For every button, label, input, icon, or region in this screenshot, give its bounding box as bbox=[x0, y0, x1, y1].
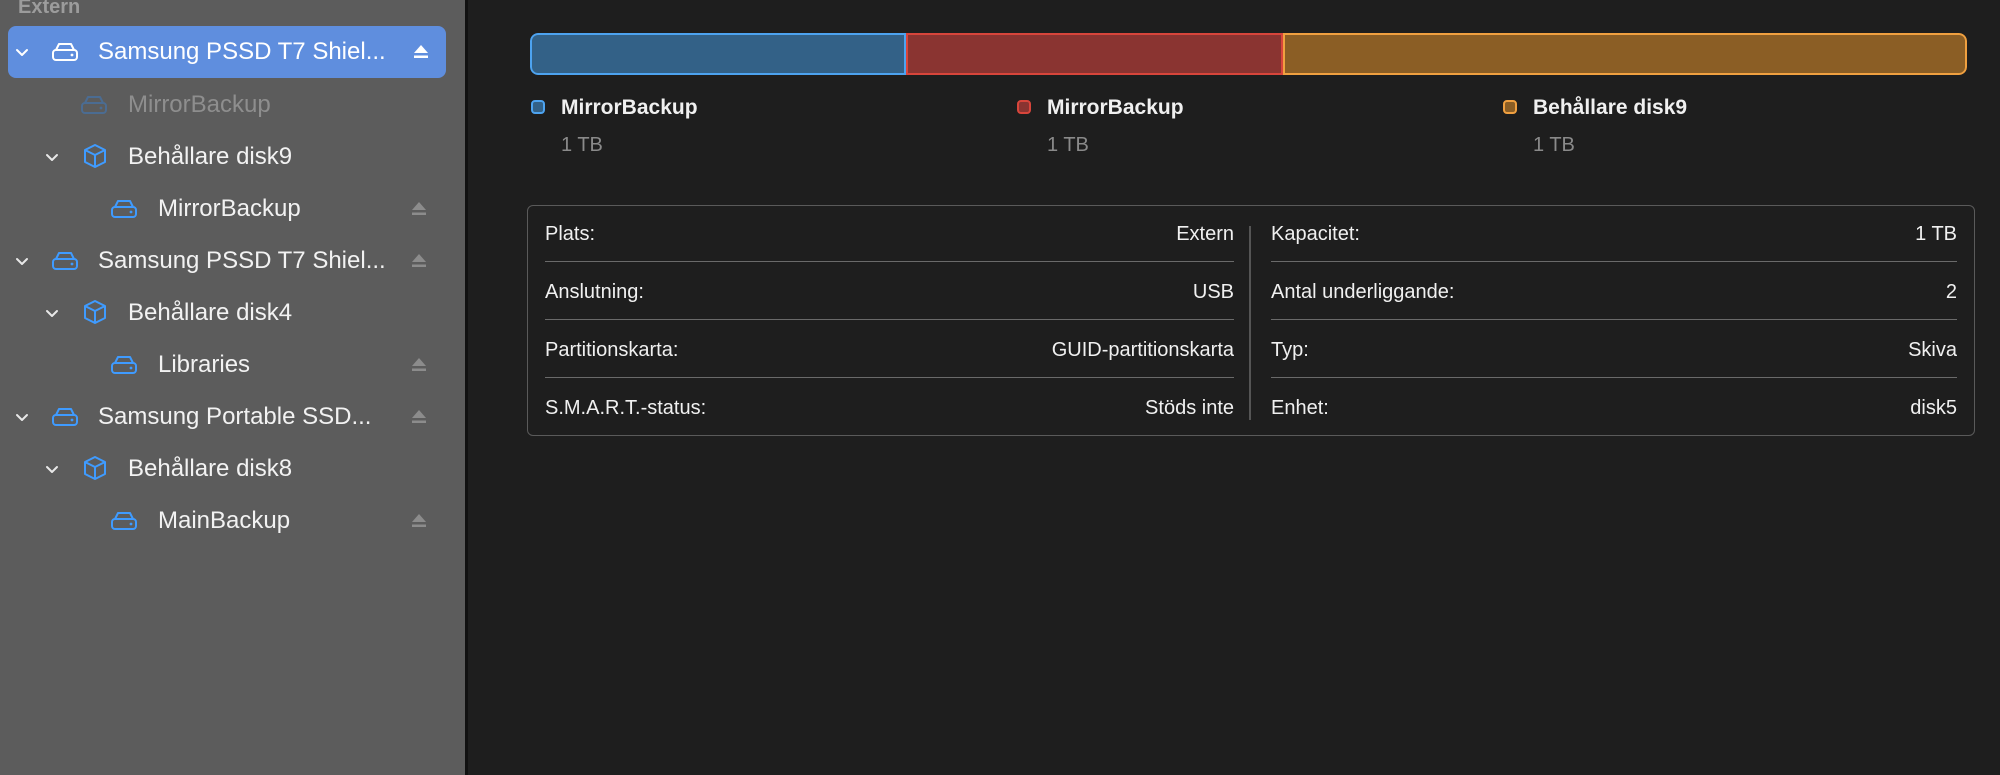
eject-icon[interactable] bbox=[408, 510, 430, 532]
info-value: 2 bbox=[1945, 281, 1957, 303]
usage-segment-container-disk9[interactable] bbox=[1282, 33, 1967, 75]
legend-size: 1 TB bbox=[1047, 134, 1089, 156]
info-row-smart-status: S.M.A.R.T.-status: Stöds inte bbox=[545, 380, 1234, 436]
info-row-partitionskarta: Partitionskarta: GUID-partitionskarta bbox=[545, 322, 1234, 378]
row-separator bbox=[1271, 376, 1957, 378]
sidebar-item-label: Behållare disk4 bbox=[128, 299, 293, 326]
container-icon bbox=[80, 455, 110, 481]
container-icon bbox=[80, 299, 110, 325]
legend-size: 1 TB bbox=[561, 134, 603, 156]
info-key: Typ: bbox=[1271, 339, 1309, 361]
sidebar-item-container-disk9[interactable]: Behållare disk9 bbox=[0, 131, 446, 183]
info-key: S.M.A.R.T.-status: bbox=[545, 397, 707, 419]
row-separator bbox=[1271, 318, 1957, 320]
info-key: Plats: bbox=[545, 223, 596, 245]
section-header-extern: Extern bbox=[18, 0, 81, 18]
sidebar-item-libraries[interactable]: Libraries bbox=[0, 339, 446, 391]
usage-bar bbox=[530, 33, 1967, 75]
info-value: Stöds inte bbox=[1145, 397, 1234, 419]
sidebar-item-label: Samsung Portable SSD... bbox=[98, 403, 372, 430]
legend-name: MirrorBackup bbox=[1047, 96, 1184, 119]
info-value: USB bbox=[1192, 281, 1234, 303]
usage-segment-mirrorbackup-1[interactable] bbox=[530, 33, 907, 75]
sidebar-item-samsung-pssd-t7-2[interactable]: Samsung PSSD T7 Shiel... bbox=[0, 235, 446, 287]
sidebar-item-label: Behållare disk9 bbox=[128, 143, 293, 170]
sidebar-item-label: Samsung PSSD T7 Shiel... bbox=[98, 38, 386, 65]
row-separator bbox=[1271, 260, 1957, 262]
chevron-down-icon[interactable] bbox=[40, 301, 64, 325]
info-row-antal-underliggande: Antal underliggande: 2 bbox=[1271, 264, 1957, 320]
volume-icon bbox=[79, 92, 109, 118]
eject-icon[interactable] bbox=[408, 250, 430, 272]
sidebar-item-label: Libraries bbox=[158, 351, 251, 378]
info-row-typ: Typ: Skiva bbox=[1271, 322, 1957, 378]
info-key: Kapacitet: bbox=[1271, 223, 1360, 245]
usage-segment-mirrorbackup-2[interactable] bbox=[906, 33, 1283, 75]
info-row-enhet: Enhet: disk5 bbox=[1271, 380, 1957, 436]
legend-name: MirrorBackup bbox=[561, 96, 698, 119]
sidebar-item-container-disk8[interactable]: Behållare disk8 bbox=[0, 443, 446, 495]
chevron-down-icon[interactable] bbox=[40, 457, 64, 481]
info-key: Antal underliggande: bbox=[1271, 281, 1455, 303]
chevron-down-icon[interactable] bbox=[10, 40, 34, 64]
row-separator bbox=[545, 318, 1234, 320]
info-value: Skiva bbox=[1908, 339, 1957, 361]
eject-icon[interactable] bbox=[408, 354, 430, 376]
volume-icon bbox=[109, 508, 139, 534]
legend-swatch bbox=[1017, 100, 1031, 114]
legend-swatch bbox=[1503, 100, 1517, 114]
eject-icon[interactable] bbox=[408, 406, 430, 428]
chevron-down-icon[interactable] bbox=[10, 405, 34, 429]
info-key: Partitionskarta: bbox=[545, 339, 679, 361]
info-key: Anslutning: bbox=[545, 281, 644, 303]
eject-icon[interactable] bbox=[410, 41, 432, 63]
info-value: 1 TB bbox=[1915, 223, 1957, 245]
eject-icon[interactable] bbox=[408, 198, 430, 220]
volume-icon bbox=[109, 352, 139, 378]
sidebar-item-samsung-portable-ssd[interactable]: Samsung Portable SSD... bbox=[0, 391, 446, 443]
container-icon bbox=[80, 143, 110, 169]
sidebar-item-label: MainBackup bbox=[158, 507, 291, 534]
sidebar-item-label: Samsung PSSD T7 Shiel... bbox=[98, 247, 386, 274]
info-row-kapacitet: Kapacitet: 1 TB bbox=[1271, 206, 1957, 262]
info-key: Enhet: bbox=[1271, 397, 1329, 419]
info-value: GUID-partitionskarta bbox=[1051, 339, 1234, 361]
row-separator bbox=[545, 260, 1234, 262]
legend-name: Behållare disk9 bbox=[1533, 96, 1688, 119]
sidebar-item-mainbackup[interactable]: MainBackup bbox=[0, 495, 446, 547]
sidebar-item-mirrorbackup-dimmed[interactable]: MirrorBackup bbox=[0, 79, 446, 131]
drive-icon bbox=[50, 39, 80, 65]
volume-icon bbox=[109, 196, 139, 222]
legend-swatch bbox=[531, 100, 545, 114]
chevron-down-icon[interactable] bbox=[10, 249, 34, 273]
sidebar-item-label: MirrorBackup bbox=[158, 195, 301, 222]
sidebar-item-label: MirrorBackup bbox=[128, 91, 271, 118]
info-row-plats: Plats: Extern bbox=[545, 206, 1234, 262]
sidebar-item-mirrorbackup[interactable]: MirrorBackup bbox=[0, 183, 446, 235]
info-row-anslutning: Anslutning: USB bbox=[545, 264, 1234, 320]
drive-icon bbox=[50, 404, 80, 430]
sidebar-divider bbox=[465, 0, 468, 775]
info-table: Plats: Extern Anslutning: USB Partitions… bbox=[527, 205, 1975, 436]
drive-icon bbox=[50, 248, 80, 274]
info-column-divider bbox=[1249, 226, 1251, 420]
sidebar-item-samsung-pssd-t7-1[interactable]: Samsung PSSD T7 Shiel... bbox=[8, 26, 446, 78]
info-value: disk5 bbox=[1910, 397, 1957, 419]
chevron-down-icon[interactable] bbox=[40, 145, 64, 169]
legend-size: 1 TB bbox=[1533, 134, 1575, 156]
row-separator bbox=[545, 376, 1234, 378]
sidebar-item-label: Behållare disk8 bbox=[128, 455, 293, 482]
sidebar-item-container-disk4[interactable]: Behållare disk4 bbox=[0, 287, 446, 339]
info-value: Extern bbox=[1176, 223, 1234, 245]
sidebar: Extern Samsung PSSD T7 Shiel... MirrorBa… bbox=[0, 0, 465, 775]
